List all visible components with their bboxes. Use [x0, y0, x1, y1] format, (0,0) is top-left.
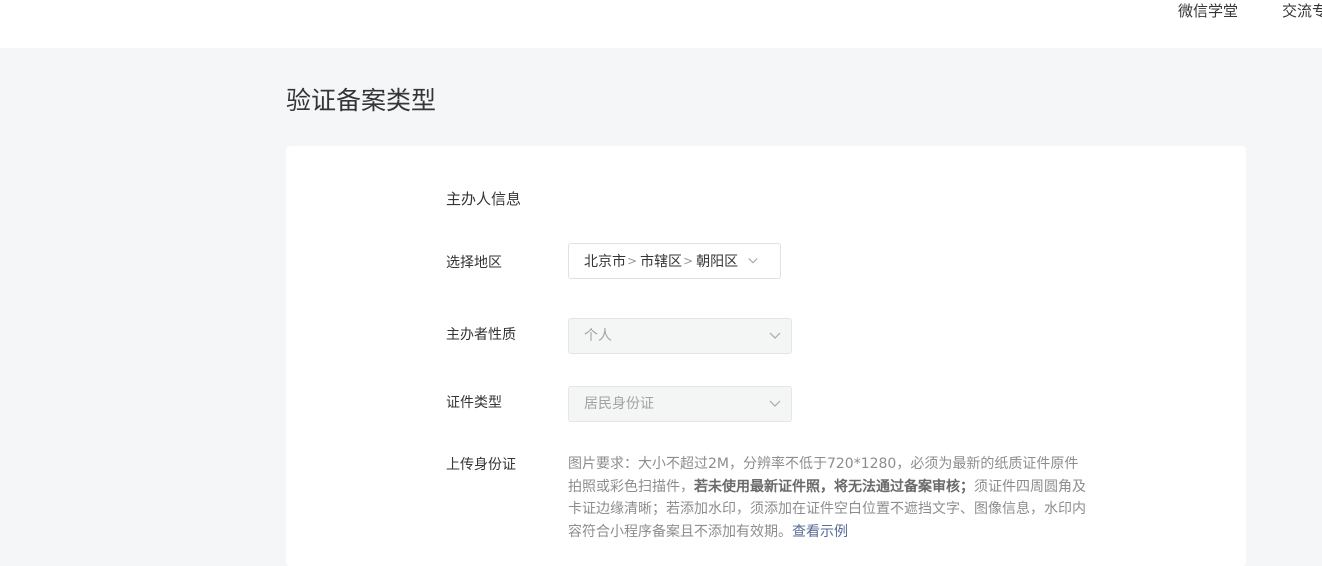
chevron-down-icon: [769, 400, 781, 407]
organizer-type-label: 主办者性质: [446, 327, 516, 343]
region-district: 朝阳区: [696, 254, 739, 270]
region-province: 北京市: [584, 254, 626, 270]
region-selector[interactable]: 北京市 > 市辖区 > 朝阳区: [568, 243, 781, 279]
chevron-right-icon: >: [683, 254, 694, 268]
chevron-down-icon: [748, 258, 758, 264]
organizer-type-value: 个人: [584, 328, 612, 344]
nav-link-wechat-academy[interactable]: 微信学堂: [1178, 1, 1238, 21]
chevron-right-icon: >: [627, 254, 638, 268]
top-navigation-bar: 微信学堂 交流专区: [0, 0, 1322, 48]
nav-link-community[interactable]: 交流专区: [1282, 1, 1322, 21]
upload-id-label: 上传身份证: [446, 457, 516, 473]
organizer-type-select: 个人: [568, 318, 792, 354]
region-city: 市辖区: [640, 254, 683, 270]
upload-requirements: 图片要求：大小不超过2M，分辨率不低于720*1280，必须为最新的纸质证件原件…: [568, 453, 1090, 543]
view-example-link[interactable]: 查看示例: [792, 524, 848, 540]
page-title: 验证备案类型: [286, 86, 437, 115]
id-type-label: 证件类型: [446, 395, 502, 411]
chevron-down-icon: [769, 332, 781, 339]
section-title-organizer-info: 主办人信息: [446, 190, 522, 208]
upload-requirement-warning: 若未使用最新证件照，将无法通过备案审核；: [694, 478, 974, 495]
form-card: 主办人信息 选择地区 北京市 > 市辖区 > 朝阳区 主办者性质 个人 证件类型…: [286, 146, 1246, 566]
id-type-value: 居民身份证: [584, 396, 654, 412]
region-label: 选择地区: [446, 255, 502, 271]
id-type-select: 居民身份证: [568, 386, 792, 422]
